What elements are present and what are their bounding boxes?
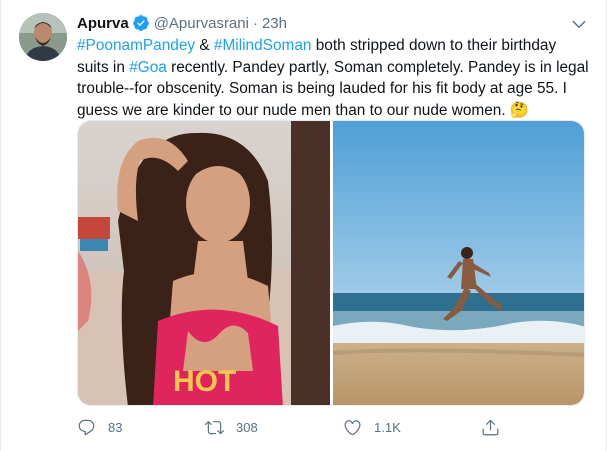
like-icon xyxy=(344,419,361,435)
tweet-text-segment: & xyxy=(195,37,214,54)
share-icon xyxy=(482,419,499,435)
tweet-media: HOT xyxy=(77,120,585,406)
hashtag-link[interactable]: #PoonamPandey xyxy=(77,37,195,54)
retweet-count: 308 xyxy=(236,419,258,435)
thinking-face-emoji: 🤔 xyxy=(509,101,530,119)
more-options-button[interactable] xyxy=(567,12,591,36)
tweet-text: #PoonamPandey & #MilindSoman both stripp… xyxy=(77,35,592,121)
hashtag-link[interactable]: #MilindSoman xyxy=(214,37,312,54)
retweet-icon xyxy=(205,420,224,434)
verified-badge-icon xyxy=(132,14,150,32)
like-button[interactable]: 1.1K xyxy=(343,412,401,442)
author-handle[interactable]: @Apurvasrani xyxy=(154,15,249,32)
tweet-header: Apurva @Apurvasrani · 23h xyxy=(77,13,287,33)
tweet-timestamp[interactable]: 23h xyxy=(262,15,287,32)
like-count: 1.1K xyxy=(374,419,401,435)
share-button[interactable] xyxy=(481,412,500,442)
photo-right[interactable] xyxy=(333,121,584,405)
reply-count: 83 xyxy=(108,419,123,435)
avatar[interactable] xyxy=(19,13,67,61)
swimsuit-logo: HOT xyxy=(173,365,236,398)
reply-icon xyxy=(78,419,95,435)
reply-button[interactable]: 83 xyxy=(77,412,122,442)
hashtag-link[interactable]: #Goa xyxy=(129,59,167,76)
retweet-button[interactable]: 308 xyxy=(205,412,258,442)
tweet-card[interactable]: Apurva @Apurvasrani · 23h #PoonamPandey … xyxy=(0,0,607,451)
author-display-name[interactable]: Apurva xyxy=(77,15,129,32)
separator-dot: · xyxy=(252,14,258,32)
photo-left[interactable]: HOT xyxy=(78,121,330,405)
caret-down-icon xyxy=(572,20,586,29)
tweet-actions: 83 308 1.1K xyxy=(77,412,547,442)
